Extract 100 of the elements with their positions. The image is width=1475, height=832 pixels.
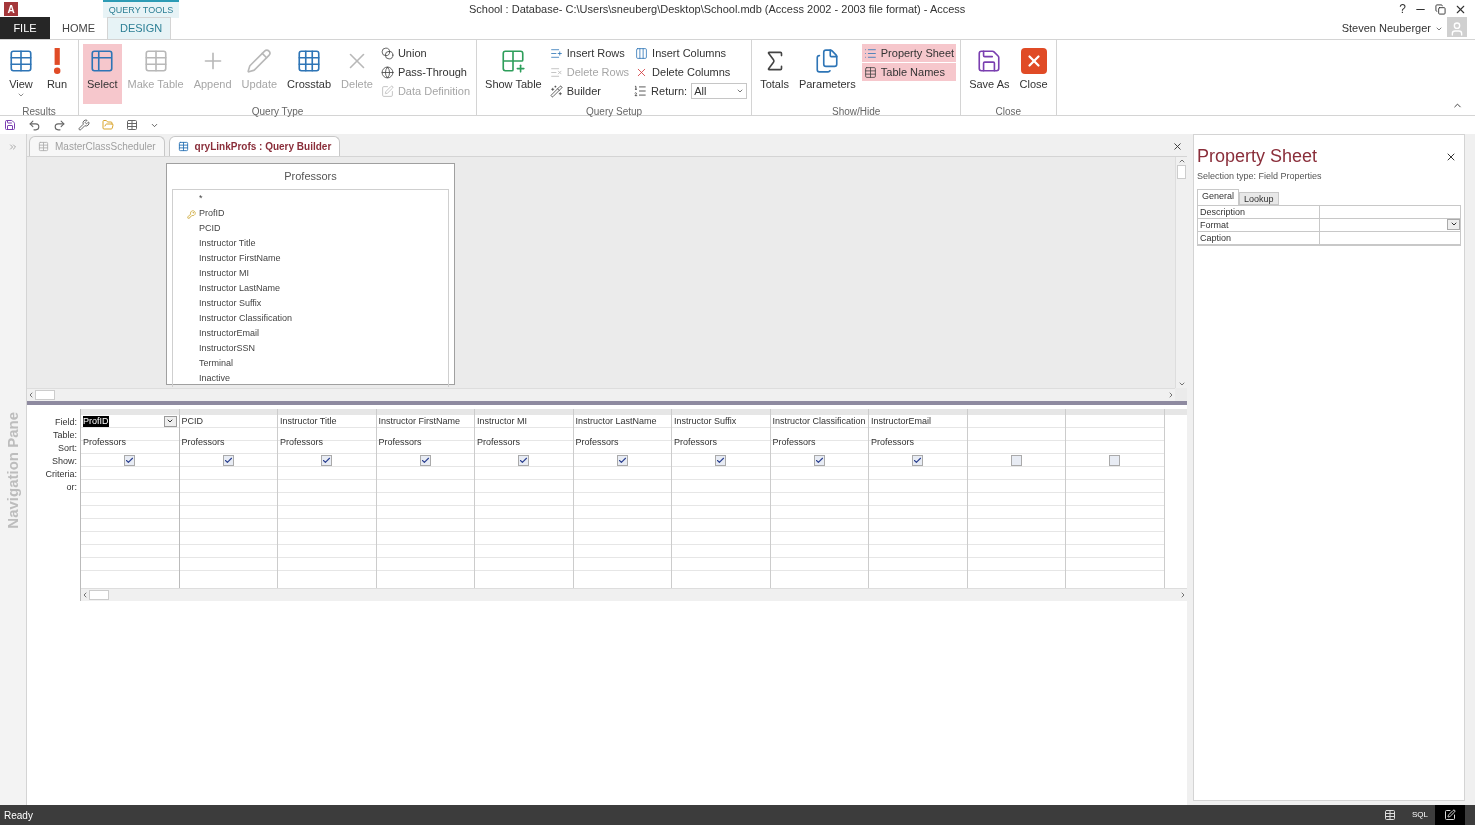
table-cell: Professors (181, 437, 225, 447)
show-checkbox[interactable] (1010, 454, 1022, 466)
vertical-scrollbar[interactable] (1175, 157, 1187, 388)
show-checkbox[interactable] (124, 454, 136, 466)
field-cell[interactable]: ProfID (83, 415, 109, 427)
close-icon[interactable] (1172, 141, 1183, 152)
ribbon-button[interactable]: Insert Columns (633, 44, 748, 62)
field-name[interactable]: * (199, 192, 203, 206)
save-icon[interactable] (4, 119, 16, 131)
scroll-right-icon[interactable] (1167, 391, 1175, 399)
field-name[interactable]: InstructorEmail (199, 327, 260, 341)
property-tab[interactable]: Lookup (1239, 191, 1279, 205)
wrench-icon[interactable] (78, 119, 90, 131)
field-name[interactable]: Instructor LastName (199, 282, 281, 296)
ribbon-button[interactable]: Insert Rows (547, 44, 632, 62)
field-name[interactable]: Instructor Suffix (199, 297, 262, 311)
ribbon-button[interactable]: Table Names (861, 63, 957, 81)
return-dropdown[interactable]: All (691, 83, 748, 99)
grid-column[interactable]: ProfID Professors (81, 415, 180, 588)
show-checkbox[interactable] (912, 454, 924, 466)
scroll-left-icon[interactable] (27, 391, 35, 399)
app-logo: A (4, 2, 18, 16)
field-name[interactable]: Instructor Title (199, 237, 256, 251)
horizontal-scrollbar[interactable] (27, 388, 1175, 401)
show-checkbox[interactable] (715, 454, 727, 466)
ribbon-button[interactable]: Select (83, 44, 122, 104)
ribbon-button[interactable]: Pass-Through (378, 63, 473, 81)
caret-icon (17, 91, 25, 99)
table-cell: Professors (871, 437, 914, 447)
dropdown-button[interactable] (1447, 218, 1460, 230)
ribbon-tab[interactable]: HOME (50, 17, 107, 39)
group-label: Query Setup (585, 105, 644, 119)
dropdown-button[interactable] (163, 415, 177, 427)
show-checkbox[interactable] (222, 454, 234, 466)
show-checkbox[interactable] (1109, 454, 1121, 466)
redo-icon[interactable] (53, 118, 66, 132)
field-cell[interactable]: Instructor Classification (772, 415, 866, 427)
document-tab[interactable]: qryLinkProfs : Query Builder (168, 136, 341, 156)
ribbon-button[interactable]: Delete Columns (633, 63, 748, 81)
scroll-down-icon[interactable] (1177, 380, 1186, 388)
table-icon (1384, 809, 1396, 821)
grid-column[interactable]: InstructorEmail Professors (869, 415, 968, 588)
grid-column[interactable]: PCID Professors (179, 415, 278, 588)
undo-icon[interactable] (28, 118, 41, 132)
grid-column[interactable]: Instructor Suffix Professors (672, 415, 771, 588)
columns-icon (635, 46, 649, 60)
grid-column[interactable]: Instructor Classification Professors (770, 415, 869, 588)
row-label: Field: (55, 416, 77, 429)
field-cell[interactable]: PCID (181, 415, 203, 427)
table-cell: Professors (83, 437, 126, 447)
field-name[interactable]: ProfID (199, 207, 225, 221)
field-cell[interactable]: Instructor Suffix (674, 415, 737, 427)
scroll-thumb[interactable] (35, 390, 55, 400)
field-name[interactable]: Instructor FirstName (199, 252, 281, 266)
table-cell: Professors (674, 437, 717, 447)
table-field-list[interactable]: Professors * ProfID PCID Instructor Title Instructor FirstName Instructor MI Instructor LastName Instructor Suffix Instructor Classification InstructorEmail InstructorSSN Terminal Inactive (166, 163, 455, 385)
show-checkbox[interactable] (813, 454, 825, 466)
table-title: Professors (283, 169, 338, 184)
field-cell[interactable]: InstructorEmail (871, 415, 932, 427)
table-cell: Professors (477, 437, 520, 447)
scroll-thumb[interactable] (1177, 165, 1186, 179)
design-view-button[interactable] (1435, 805, 1465, 825)
selection-type: Selection type: Field Properties (1197, 170, 1323, 183)
scroll-left-icon[interactable] (81, 591, 89, 599)
help-button[interactable]: ? (1395, 0, 1410, 18)
sql-view-button[interactable]: SQL (1405, 805, 1435, 825)
property-tab[interactable]: General (1197, 188, 1240, 205)
grid-column[interactable]: Instructor FirstName Professors (376, 415, 475, 588)
ribbon-button[interactable]: Builder (547, 82, 632, 100)
field-name[interactable]: Terminal (199, 357, 233, 371)
restore-icon[interactable] (1435, 3, 1446, 15)
field-name[interactable]: Instructor Classification (199, 312, 293, 326)
group-label: Query Type (250, 105, 305, 119)
globe-icon (380, 65, 394, 79)
ribbon-button[interactable]: Property Sheet (861, 44, 957, 62)
grid-column[interactable]: Instructor Title Professors (278, 415, 377, 588)
horizontal-scrollbar[interactable] (81, 588, 1187, 601)
ribbon-button[interactable]: Union (378, 44, 473, 62)
grid-column[interactable]: Instructor LastName Professors (573, 415, 672, 588)
show-checkbox[interactable] (616, 454, 628, 466)
field-name[interactable]: Instructor MI (199, 267, 249, 281)
field-cell[interactable]: Instructor MI (477, 415, 527, 427)
table-icon[interactable] (126, 119, 138, 131)
ribbon-tab[interactable]: DESIGN (107, 17, 171, 39)
show-checkbox[interactable] (518, 454, 530, 466)
field-cell[interactable]: Instructor LastName (575, 415, 657, 427)
scroll-up-icon[interactable] (1177, 157, 1186, 165)
show-checkbox[interactable] (419, 454, 431, 466)
field-name[interactable]: InstructorSSN (199, 342, 256, 356)
grid-column[interactable]: Instructor MI Professors (475, 415, 574, 588)
field-name[interactable]: PCID (199, 222, 221, 236)
table-icon (863, 65, 877, 79)
scroll-thumb[interactable] (89, 590, 109, 600)
ribbon-tab[interactable]: FILE (0, 17, 50, 39)
tables-icon (89, 48, 116, 74)
show-checkbox[interactable] (321, 454, 333, 466)
field-cell[interactable]: Instructor FirstName (378, 415, 460, 427)
scroll-right-icon[interactable] (1179, 591, 1187, 599)
field-name[interactable]: Inactive (199, 372, 231, 386)
field-cell[interactable]: Instructor Title (280, 415, 337, 427)
